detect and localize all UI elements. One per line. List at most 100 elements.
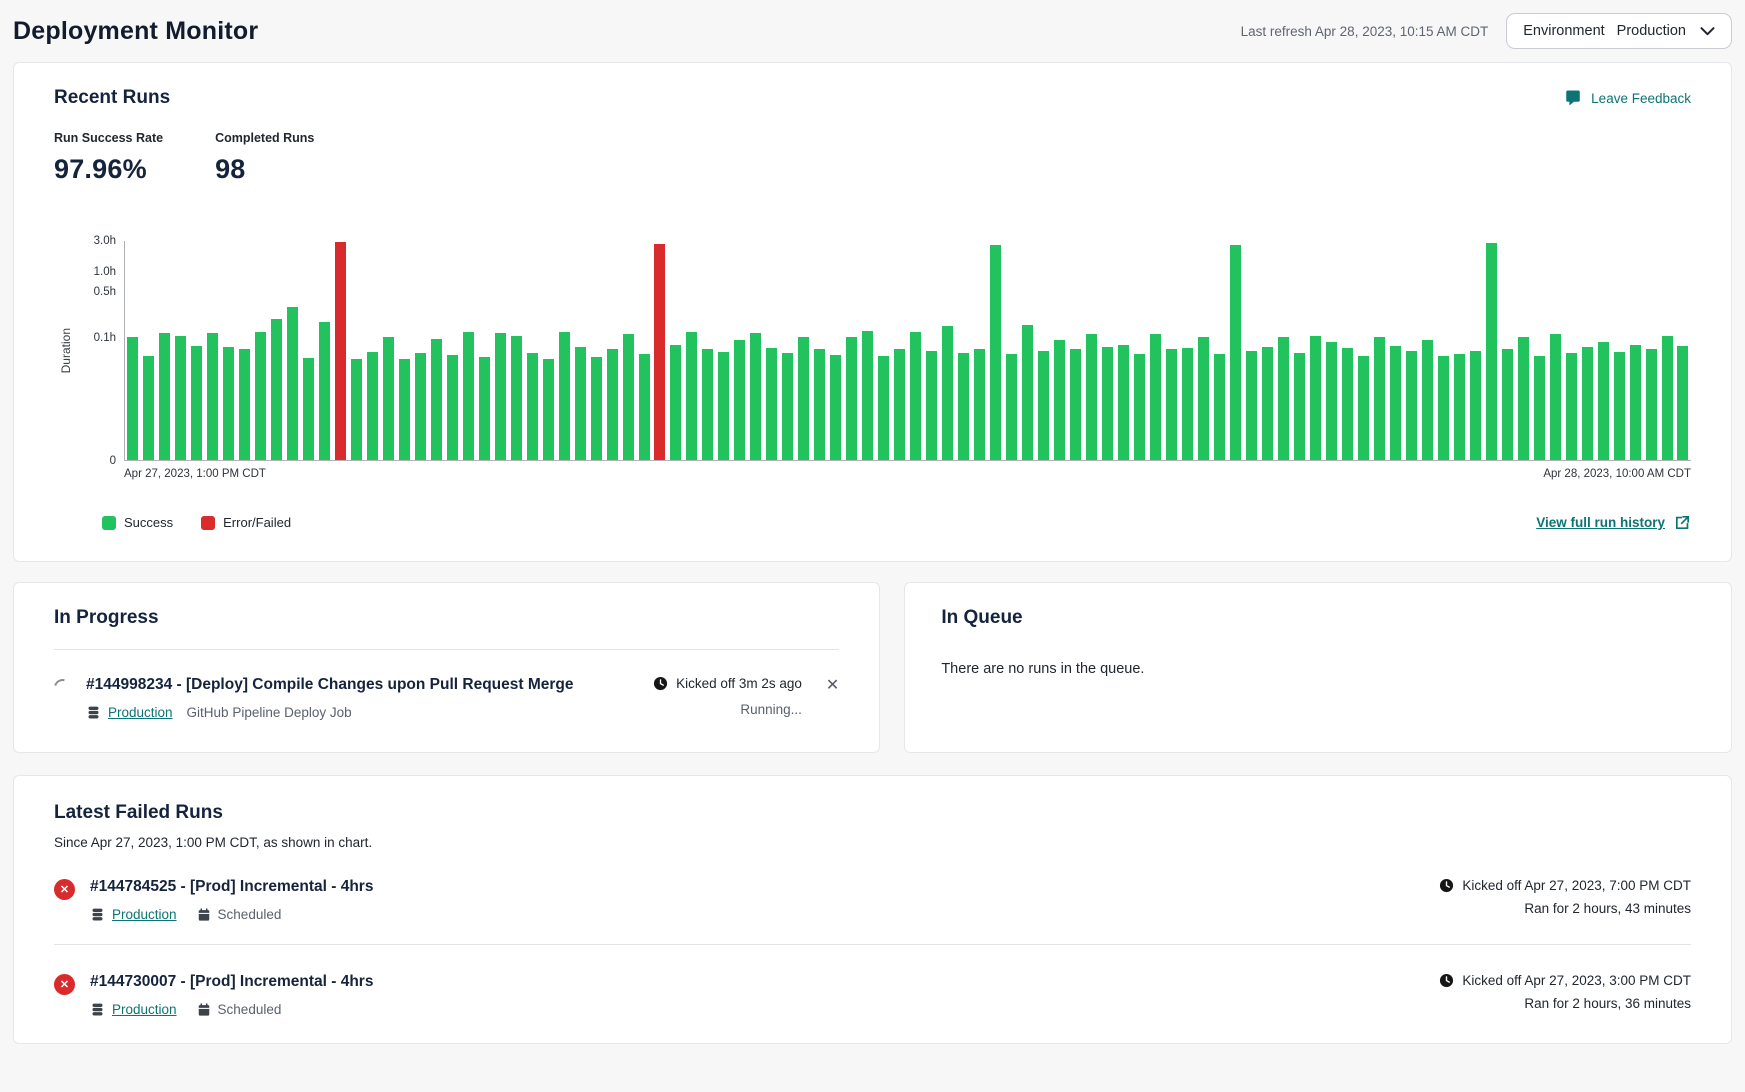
chart-bar-success[interactable]: [1182, 348, 1193, 460]
chart-bar-success[interactable]: [1278, 337, 1289, 460]
chart-bar-success[interactable]: [1342, 348, 1353, 460]
chart-bar-success[interactable]: [575, 347, 586, 460]
chart-bar-success[interactable]: [623, 334, 634, 460]
chart-bar-success[interactable]: [1070, 349, 1081, 460]
chart-bar-success[interactable]: [846, 337, 857, 460]
chart-bar-success[interactable]: [1598, 342, 1609, 460]
chart-bar-success[interactable]: [1438, 356, 1449, 460]
leave-feedback-link[interactable]: Leave Feedback: [1564, 89, 1691, 107]
chart-bar-success[interactable]: [1390, 346, 1401, 460]
chart-bar-success[interactable]: [239, 349, 250, 460]
chart-bar-success[interactable]: [1374, 337, 1385, 460]
chart-bar-success[interactable]: [559, 332, 570, 460]
chart-bar-success[interactable]: [271, 319, 282, 460]
chart-bar-success[interactable]: [1086, 334, 1097, 460]
chart-bar-success[interactable]: [1502, 349, 1513, 460]
chart-bar-success[interactable]: [1054, 340, 1065, 460]
chart-bar-success[interactable]: [1486, 243, 1497, 460]
chart-bar-success[interactable]: [910, 332, 921, 460]
chart-bar-success[interactable]: [1150, 334, 1161, 460]
chart-bar-success[interactable]: [830, 355, 841, 460]
chart-bar-success[interactable]: [463, 332, 474, 460]
chart-bar-success[interactable]: [1550, 334, 1561, 460]
chart-bar-success[interactable]: [878, 356, 889, 460]
failed-run-environment-link[interactable]: Production: [112, 1002, 177, 1017]
chart-bar-success[interactable]: [367, 352, 378, 460]
chart-bar-success[interactable]: [958, 353, 969, 460]
close-icon[interactable]: ✕: [826, 678, 839, 694]
chart-bar-success[interactable]: [319, 322, 330, 460]
chart-bar-success[interactable]: [1646, 349, 1657, 460]
chart-bar-success[interactable]: [607, 349, 618, 460]
chart-bar-success[interactable]: [734, 340, 745, 460]
chart-bar-success[interactable]: [1166, 349, 1177, 460]
chart-bar-success[interactable]: [143, 356, 154, 460]
chart-bar-success[interactable]: [1326, 342, 1337, 460]
chart-bar-success[interactable]: [1358, 356, 1369, 460]
chart-bar-success[interactable]: [862, 331, 873, 460]
chart-bar-success[interactable]: [351, 359, 362, 460]
chart-bar-success[interactable]: [782, 353, 793, 460]
chart-bar-success[interactable]: [1230, 245, 1241, 460]
chart-bar-success[interactable]: [686, 332, 697, 460]
chart-bar-success[interactable]: [1406, 351, 1417, 460]
chart-bar-success[interactable]: [1534, 356, 1545, 460]
chart-bar-success[interactable]: [495, 333, 506, 460]
chart-bar-success[interactable]: [479, 357, 490, 460]
chart-bar-success[interactable]: [1614, 352, 1625, 460]
chart-bar-success[interactable]: [926, 351, 937, 460]
chart-bar-success[interactable]: [814, 349, 825, 461]
environment-dropdown[interactable]: Environment Production: [1506, 13, 1732, 49]
chart-bar-success[interactable]: [287, 307, 298, 461]
chart-bar-success[interactable]: [1470, 351, 1481, 460]
chart-bar-success[interactable]: [670, 345, 681, 460]
chart-bar-success[interactable]: [1310, 336, 1321, 460]
chart-bar-success[interactable]: [1262, 347, 1273, 460]
view-full-run-history-link[interactable]: View full run history: [1536, 514, 1691, 531]
chart-bar-success[interactable]: [1214, 354, 1225, 460]
chart-bar-success[interactable]: [159, 333, 170, 460]
chart-bar-success[interactable]: [527, 353, 538, 460]
chart-bar-success[interactable]: [1422, 340, 1433, 460]
chart-bar-success[interactable]: [383, 337, 394, 460]
chart-bar-success[interactable]: [974, 349, 985, 461]
chart-bar-success[interactable]: [543, 359, 554, 460]
chart-bar-success[interactable]: [750, 333, 761, 460]
chart-bar-success[interactable]: [1134, 354, 1145, 460]
chart-bar-success[interactable]: [207, 333, 218, 460]
chart-bar-success[interactable]: [511, 336, 522, 460]
chart-bar-success[interactable]: [191, 346, 202, 460]
chart-bar-failed[interactable]: [335, 242, 346, 460]
chart-bar-success[interactable]: [990, 245, 1001, 460]
chart-bar-success[interactable]: [1566, 353, 1577, 460]
chart-bar-success[interactable]: [1454, 354, 1465, 460]
chart-bar-success[interactable]: [718, 352, 729, 460]
chart-bar-success[interactable]: [1006, 354, 1017, 460]
chart-bar-success[interactable]: [255, 332, 266, 460]
chart-bar-success[interactable]: [415, 353, 426, 460]
chart-bar-success[interactable]: [798, 337, 809, 460]
chart-bar-success[interactable]: [303, 358, 314, 460]
chart-bar-success[interactable]: [894, 349, 905, 460]
chart-bar-success[interactable]: [1118, 345, 1129, 460]
chart-bar-success[interactable]: [1102, 347, 1113, 460]
chart-bar-success[interactable]: [1677, 346, 1688, 460]
chart-bar-success[interactable]: [399, 359, 410, 460]
chart-bar-success[interactable]: [591, 357, 602, 460]
chart-bar-failed[interactable]: [654, 244, 665, 460]
chart-bar-success[interactable]: [223, 347, 234, 460]
chart-bar-success[interactable]: [639, 354, 650, 460]
chart-bar-success[interactable]: [1518, 337, 1529, 460]
chart-bar-success[interactable]: [942, 326, 953, 460]
chart-bar-success[interactable]: [1582, 347, 1593, 460]
chart-bar-success[interactable]: [1246, 351, 1257, 460]
chart-bar-success[interactable]: [1022, 325, 1033, 460]
chart-bar-success[interactable]: [702, 349, 713, 460]
chart-bar-success[interactable]: [431, 339, 442, 460]
chart-bar-success[interactable]: [175, 336, 186, 460]
chart-bar-success[interactable]: [447, 355, 458, 460]
chart-bar-success[interactable]: [766, 348, 777, 460]
failed-run-environment-link[interactable]: Production: [112, 907, 177, 922]
chart-bar-success[interactable]: [127, 337, 138, 460]
chart-bar-success[interactable]: [1630, 345, 1641, 460]
